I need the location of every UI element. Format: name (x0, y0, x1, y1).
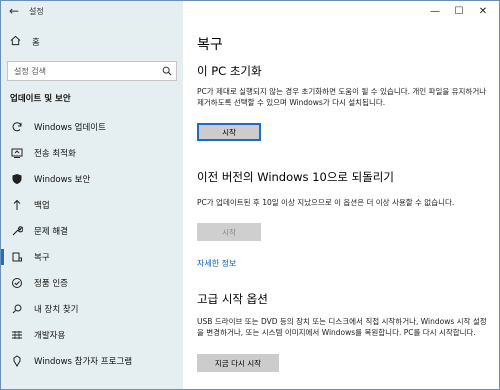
advanced-startup-description: USB 드라이브 또는 DVD 등의 장치 또는 디스크에서 직접 시작하거나,… (197, 317, 487, 337)
advanced-startup-heading: 고급 시작 옵션 (197, 292, 268, 306)
wrench-icon (10, 224, 24, 238)
sidebar-item-label: Windows 업데이트 (34, 123, 106, 133)
activation-check-icon (10, 276, 24, 290)
home-nav-item[interactable]: 홈 (10, 35, 40, 49)
sidebar-item-windows-update[interactable]: Windows 업데이트 (1, 114, 183, 140)
reset-pc-heading: 이 PC 초기화 (197, 64, 262, 78)
insider-icon (10, 354, 24, 368)
minimize-icon[interactable]: — (423, 4, 447, 18)
sidebar-item-activation[interactable]: 정품 인증 (1, 270, 183, 296)
window-title: 설정 (29, 6, 44, 16)
rollback-description: PC가 업데이트된 후 10일 이상 지났으므로 이 옵션은 더 이상 사용할 … (197, 198, 455, 207)
sidebar-item-label: 복구 (34, 253, 50, 263)
sidebar-nav: Windows 업데이트 전송 최적화 Windows 보안 백업 문제 해결 … (1, 114, 183, 374)
find-device-icon (10, 302, 24, 316)
title-bar: ← 설정 (9, 4, 44, 18)
home-icon (10, 35, 24, 49)
sidebar-item-find-my-device[interactable]: 내 장치 찾기 (1, 296, 183, 322)
main-content: — ☐ ✕ 복구 이 PC 초기화 PC가 제대로 실행되지 않는 경우 초기화… (183, 1, 499, 389)
search-icon[interactable] (158, 62, 176, 80)
sidebar-item-delivery-optimization[interactable]: 전송 최적화 (1, 140, 183, 166)
rollback-heading: 이전 버전의 Windows 10으로 되돌리기 (197, 170, 394, 184)
developer-icon (10, 328, 24, 342)
rollback-start-button: 시작 (197, 223, 261, 241)
sidebar-item-label: Windows 보안 (34, 175, 91, 185)
sidebar-item-windows-security[interactable]: Windows 보안 (1, 166, 183, 192)
reset-start-button[interactable]: 시작 (197, 123, 261, 141)
window-controls: — ☐ ✕ (423, 4, 495, 18)
shield-icon (10, 172, 24, 186)
maximize-icon[interactable]: ☐ (447, 4, 471, 18)
page-title: 복구 (197, 37, 223, 53)
sidebar-item-label: 백업 (34, 201, 50, 211)
sidebar-item-label: 내 장치 찾기 (34, 305, 79, 315)
recovery-icon (10, 250, 24, 264)
sidebar-item-windows-insider[interactable]: Windows 참가자 프로그램 (1, 348, 183, 374)
sidebar-item-for-developers[interactable]: 개발자용 (1, 322, 183, 348)
sidebar: ← 설정 홈 설정 검색 업데이트 및 보안 Windows 업데이트 전송 최… (1, 1, 183, 389)
home-label: 홈 (32, 38, 40, 48)
section-title: 업데이트 및 보안 (10, 94, 71, 104)
close-icon[interactable]: ✕ (471, 4, 495, 18)
sidebar-item-backup[interactable]: 백업 (1, 192, 183, 218)
sidebar-item-label: 문제 해결 (34, 227, 68, 237)
settings-window: ← 설정 홈 설정 검색 업데이트 및 보안 Windows 업데이트 전송 최… (0, 0, 500, 390)
sidebar-item-label: 개발자용 (34, 331, 66, 341)
backup-arrow-icon (10, 198, 24, 212)
refresh-icon (10, 120, 24, 134)
search-input[interactable]: 설정 검색 (7, 61, 177, 81)
sidebar-item-recovery[interactable]: 복구 (1, 244, 183, 270)
back-arrow-icon[interactable]: ← (9, 4, 23, 18)
sidebar-item-label: Windows 참가자 프로그램 (34, 357, 133, 367)
sidebar-item-label: 전송 최적화 (34, 149, 76, 159)
sidebar-item-label: 정품 인증 (34, 279, 68, 289)
sidebar-item-troubleshoot[interactable]: 문제 해결 (1, 218, 183, 244)
delivery-optimization-icon (10, 146, 24, 160)
more-info-link[interactable]: 자세한 정보 (197, 258, 236, 269)
restart-now-button[interactable]: 지금 다시 시작 (197, 354, 279, 372)
reset-pc-description: PC가 제대로 실행되지 않는 경우 초기화하면 도움이 될 수 있습니다. 개… (197, 87, 487, 107)
search-placeholder: 설정 검색 (14, 66, 46, 76)
